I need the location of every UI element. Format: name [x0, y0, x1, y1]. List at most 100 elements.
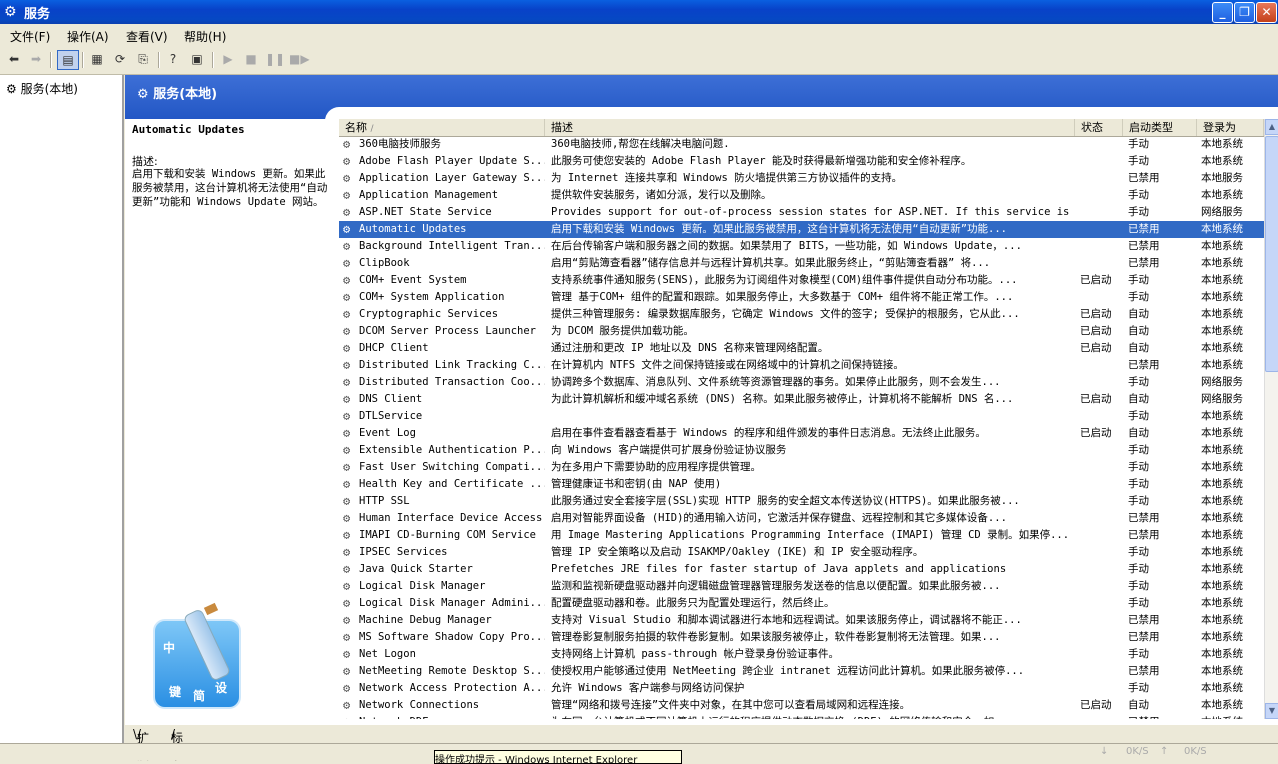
gear-icon: ⚙ [343, 137, 351, 151]
help-icon[interactable]: ? [164, 50, 182, 68]
cell-name: MS Software Shadow Copy Pro... [359, 631, 545, 643]
table-row[interactable]: ⚙ Distributed Transaction Coo... 协调跨多个数据库、… [339, 374, 1264, 391]
table-row[interactable]: ⚙ DNS Client 为此计算机解析和缓冲域名系统 (DNS) 名称。如果此服务… [339, 391, 1264, 408]
cell-status: 已启动 [1080, 274, 1112, 286]
table-row[interactable]: ⚙ COM+ Event System 支持系统事件通知服务(SENS)，此服务为订… [339, 272, 1264, 289]
stop-service-icon[interactable]: ■ [242, 50, 260, 68]
table-row[interactable]: ⚙ Application Management 提供软件安装服务，诸如分派，发行以… [339, 187, 1264, 204]
cell-name: Cryptographic Services [359, 308, 499, 320]
list-header: 名称 / 描述 状态 启动类型 登录为 [339, 119, 1264, 137]
cell-description: 启用“剪贴簿查看器”储存信息并与远程计算机共享。如果此服务终止，“剪贴簿查看器”… [551, 257, 991, 269]
table-row[interactable]: ⚙ Automatic Updates 启用下载和安装 Windows 更新。如果此… [339, 221, 1264, 238]
cell-logon-as: 本地系统 [1201, 614, 1243, 626]
gear-icon: ⚙ [343, 324, 351, 338]
start-service-icon[interactable]: ▶ [219, 50, 237, 68]
table-row[interactable]: ⚙ Cryptographic Services 提供三种管理服务: 编录数据库服务… [339, 306, 1264, 323]
back-arrow-icon[interactable]: ⬅ [5, 50, 23, 68]
table-row[interactable]: ⚙ DTLService 手动 本地系统 [339, 408, 1264, 425]
table-row[interactable]: ⚙ ClipBook 启用“剪贴簿查看器”储存信息并与远程计算机共享。如果此服务终止… [339, 255, 1264, 272]
restart-service-icon[interactable]: ■▶ [289, 50, 310, 68]
table-row[interactable]: ⚙ Background Intelligent Tran... 在后台传输客户端和… [339, 238, 1264, 255]
cell-logon-as: 本地系统 [1201, 155, 1243, 167]
close-button[interactable]: ✕ [1256, 2, 1277, 23]
table-row[interactable]: ⚙ Machine Debug Manager 支持对 Visual Studio … [339, 612, 1264, 629]
column-header-startup-type[interactable]: 启动类型 [1123, 119, 1197, 136]
cell-name: DTLService [359, 410, 423, 422]
export-list-icon[interactable]: ⎘ [134, 50, 152, 68]
gear-icon: ⚙ [343, 273, 351, 287]
gear-icon: ⚙ [343, 511, 351, 525]
selected-service-name: Automatic Updates [132, 123, 245, 136]
cell-name: Health Key and Certificate ... [359, 478, 545, 490]
cell-description: 提供软件安装服务，诸如分派，发行以及删除。 [551, 189, 772, 201]
minimize-button[interactable]: _ [1212, 2, 1233, 23]
tree-node-services-local[interactable]: ⚙ 服务(本地) [6, 80, 78, 97]
table-row[interactable]: ⚙ Logical Disk Manager 监测和监视新硬盘驱动器并向逻辑磁盘管理… [339, 578, 1264, 595]
refresh-icon[interactable]: ⟳ [111, 50, 129, 68]
table-row[interactable]: ⚙ HTTP SSL 此服务通过安全套接字层(SSL)实现 HTTP 服务的安全超文… [339, 493, 1264, 510]
title-bar: ⚙ 服务 _ ❐ ✕ [0, 0, 1278, 24]
table-row[interactable]: ⚙ Distributed Link Tracking C... 在计算机内 NTF… [339, 357, 1264, 374]
table-row[interactable]: ⚙ 360电脑技师服务 360电脑技师,帮您在线解决电脑问题. 手动 本地系统 [339, 136, 1264, 153]
cell-startup-type: 已禁用 [1128, 512, 1160, 524]
tab-standard[interactable]: 标准/ [171, 727, 183, 762]
cell-startup-type: 手动 [1128, 563, 1149, 575]
net-up-icon: ↑ [1160, 746, 1169, 757]
gear-icon: ⚙ [343, 460, 351, 474]
table-row[interactable]: ⚙ DCOM Server Process Launcher 为 DCOM 服务提供… [339, 323, 1264, 340]
table-row[interactable]: ⚙ IPSEC Services 管理 IP 安全策略以及启动 ISAKMP/Oak… [339, 544, 1264, 561]
tab-extended[interactable]: \扩展/ [133, 727, 149, 762]
console-tree: ⚙ 服务(本地) [0, 75, 124, 743]
cell-logon-as: 本地系统 [1201, 597, 1243, 609]
scroll-down-icon[interactable]: ▼ [1265, 703, 1278, 719]
cell-name: NetMeeting Remote Desktop S... [359, 665, 545, 677]
show-console-tree-icon[interactable]: ▤ [57, 50, 79, 70]
table-row[interactable]: ⚙ Net Logon 支持网络上计算机 pass-through 帐户登录身份验证… [339, 646, 1264, 663]
column-header-name[interactable]: 名称 / [339, 119, 545, 136]
table-row[interactable]: ⚙ Network Access Protection A... 允许 Window… [339, 680, 1264, 697]
cell-description: 为 DCOM 服务提供加载功能。 [551, 325, 694, 337]
table-row[interactable]: ⚙ Logical Disk Manager Admini... 配置硬盘驱动器和卷… [339, 595, 1264, 612]
help-topics-icon[interactable]: ▣ [188, 50, 206, 68]
cell-description: 管理 基于COM+ 组件的配置和跟踪。如果服务停止，大多数基于 COM+ 组件将… [551, 291, 1014, 303]
table-row[interactable]: ⚙ Java Quick Starter Prefetches JRE files … [339, 561, 1264, 578]
table-row[interactable]: ⚙ DHCP Client 通过注册和更改 IP 地址以及 DNS 名称来管理网络配… [339, 340, 1264, 357]
table-row[interactable]: ⚙ Network Connections 管理“网络和拨号连接”文件夹中对象，在其… [339, 697, 1264, 714]
vertical-scrollbar[interactable]: ▲ ▼ [1264, 119, 1278, 719]
column-header-status[interactable]: 状态 [1075, 119, 1123, 136]
forward-arrow-icon[interactable]: ➡ [27, 50, 45, 68]
maximize-button[interactable]: ❐ [1234, 2, 1255, 23]
cell-name: Network Connections [359, 699, 480, 711]
table-row[interactable]: ⚙Network DDE 为在同一台计算机或不同计算机上运行的程序提供动态数据交换… [339, 714, 1264, 719]
table-row[interactable]: ⚙ Human Interface Device Access 启用对智能界面设备 … [339, 510, 1264, 527]
cell-startup-type: 手动 [1128, 155, 1149, 167]
table-row[interactable]: ⚙ Event Log 启用在事件查看器查看基于 Windows 的程序和组件颁发的… [339, 425, 1264, 442]
table-row[interactable]: ⚙ IMAPI CD-Burning COM Service 用 Image Mas… [339, 527, 1264, 544]
cell-logon-as: 本地系统 [1201, 461, 1243, 473]
cell-startup-type: 手动 [1128, 495, 1149, 507]
table-row[interactable]: ⚙ NetMeeting Remote Desktop S... 使授权用户能够通过… [339, 663, 1264, 680]
table-row[interactable]: ⚙ ASP.NET State Service Provides support f… [339, 204, 1264, 221]
table-row[interactable]: ⚙ Adobe Flash Player Update S... 此服务可使您安装的… [339, 153, 1264, 170]
table-row[interactable]: ⚙ Extensible Authentication P... 向 Windows… [339, 442, 1264, 459]
menu-help[interactable]: 帮助(H) [184, 28, 226, 45]
table-row[interactable]: ⚙ Fast User Switching Compati... 为在多用户下需要协… [339, 459, 1264, 476]
table-row[interactable]: ⚙ Application Layer Gateway S... 为 Interne… [339, 170, 1264, 187]
pause-service-icon[interactable]: ❚❚ [265, 50, 285, 68]
cell-description: 启用下载和安装 Windows 更新。如果此服务被禁用，这台计算机将无法使用“自… [551, 223, 1007, 235]
menu-file[interactable]: 文件(F) [10, 28, 50, 45]
table-row[interactable]: ⚙ Health Key and Certificate ... 管理健康证书和密钥… [339, 476, 1264, 493]
gear-icon: ⚙ [343, 528, 351, 542]
service-description-panel: Automatic Updates 描述: 启用下载和安装 Windows 更新… [125, 119, 335, 719]
table-row[interactable]: ⚙ COM+ System Application 管理 基于COM+ 组件的配置和… [339, 289, 1264, 306]
cell-startup-type: 自动 [1128, 308, 1149, 320]
cell-name: COM+ Event System [359, 274, 467, 286]
scroll-up-icon[interactable]: ▲ [1265, 119, 1278, 135]
column-header-description[interactable]: 描述 [545, 119, 1075, 136]
scroll-thumb[interactable] [1265, 136, 1278, 372]
menu-action[interactable]: 操作(A) [67, 28, 109, 45]
menu-view[interactable]: 查看(V) [126, 28, 168, 45]
table-row[interactable]: ⚙ MS Software Shadow Copy Pro... 管理卷影复制服务拍… [339, 629, 1264, 646]
properties-icon[interactable]: ▦ [88, 50, 106, 68]
column-header-logon-as[interactable]: 登录为 [1197, 119, 1264, 136]
